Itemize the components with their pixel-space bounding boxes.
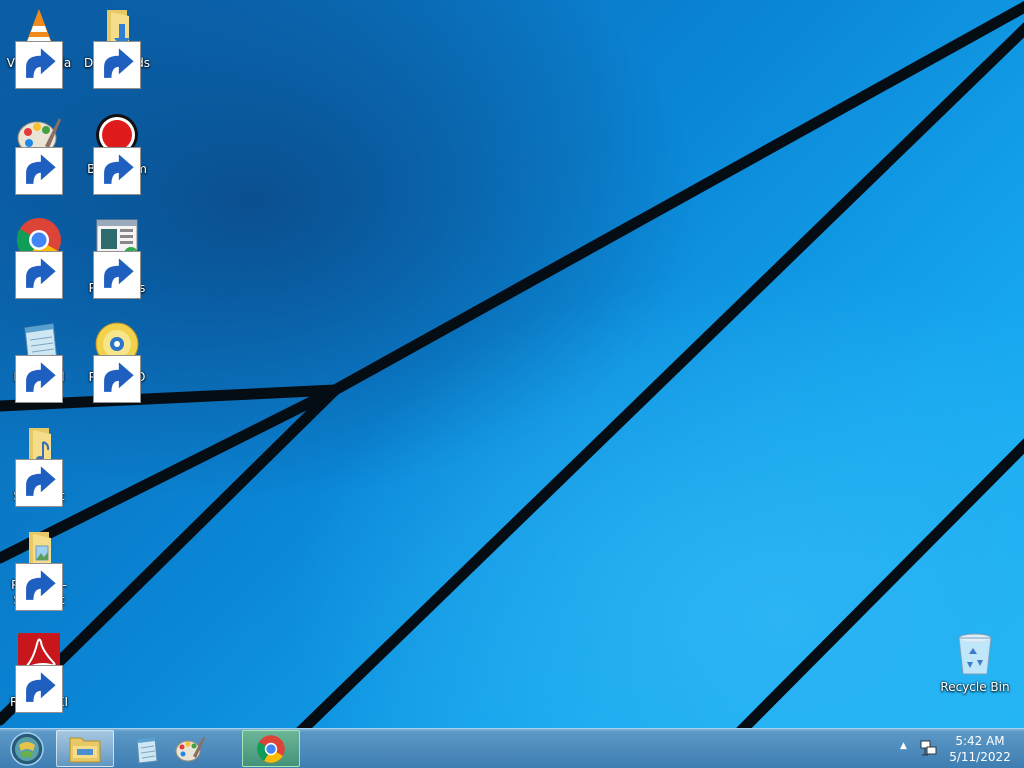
shortcut-arrow-icon	[93, 251, 141, 299]
paint-icon	[175, 736, 205, 761]
shortcut-arrow-icon	[15, 665, 63, 713]
desktop-icon-label: Recycle Bin	[940, 680, 1010, 694]
shortcut-arrow-icon	[15, 147, 63, 195]
desktop-icon-notepad[interactable]: Notepad	[0, 320, 78, 403]
default-programs-icon	[93, 216, 141, 299]
desktop-icon-downloads[interactable]: Downloads	[78, 6, 156, 89]
notepad-icon	[136, 735, 158, 764]
shortcut-arrow-icon	[15, 459, 63, 507]
shortcut-arrow-icon	[93, 355, 141, 403]
desktop-icon-adobe-reader[interactable]: Adobe Reader XI	[0, 630, 78, 713]
file-explorer-icon	[69, 737, 101, 762]
desktop-icon-poweriso[interactable]: PowerISO	[78, 320, 156, 403]
desktop-icon-recycle-bin[interactable]: Recycle Bin	[936, 630, 1014, 695]
music-folder-icon	[15, 424, 63, 507]
network-icon[interactable]	[920, 739, 938, 757]
desktop-icon-paint[interactable]: Paint	[0, 112, 78, 195]
shortcut-arrow-icon	[15, 355, 63, 403]
adobe-reader-icon	[15, 630, 63, 713]
bandicam-record-icon	[93, 112, 141, 195]
show-hidden-icons-button[interactable]: ▲	[900, 741, 907, 751]
clock-time: 5:42 AM	[955, 734, 1005, 748]
desktop[interactable]: VLC media player Downloads Pa	[0, 0, 1024, 728]
shortcut-arrow-icon	[15, 563, 63, 611]
shortcut-arrow-icon	[93, 147, 141, 195]
desktop-icon-default-programs[interactable]: Default Programs	[78, 216, 156, 299]
taskbar-paint[interactable]	[168, 730, 212, 767]
taskbar-clock[interactable]: 5:42 AM 5/11/2022	[944, 733, 1016, 765]
pictures-folder-icon	[15, 528, 63, 611]
desktop-icon-pictures-shortcut[interactable]: Pictures - Shortcut	[0, 528, 78, 611]
chrome-icon	[15, 216, 63, 299]
shortcut-arrow-icon	[93, 41, 141, 89]
start-button[interactable]	[2, 730, 52, 767]
downloads-folder-icon	[93, 6, 141, 89]
poweriso-disc-icon	[93, 320, 141, 403]
desktop-icon-vlc[interactable]: VLC media player	[0, 6, 78, 89]
chrome-icon	[257, 734, 285, 763]
notepad-icon	[15, 320, 63, 403]
taskbar-notepad[interactable]	[124, 730, 168, 767]
taskbar-google-chrome[interactable]	[242, 730, 300, 767]
vlc-cone-icon	[15, 6, 63, 89]
desktop-icon-bandicam[interactable]: Bandicam	[78, 112, 156, 195]
recycle-bin-icon	[951, 630, 999, 678]
shortcut-arrow-icon	[15, 41, 63, 89]
shortcut-arrow-icon	[15, 251, 63, 299]
clock-date: 5/11/2022	[949, 750, 1011, 764]
desktop-icon-google-chrome[interactable]: Google Chrome	[0, 216, 78, 299]
desktop-icon-music-shortcut[interactable]: Music - Shortcut	[0, 424, 78, 507]
taskbar: ▲ 5:42 AM 5/11/2022	[0, 728, 1024, 768]
paint-palette-icon	[15, 112, 63, 195]
taskbar-file-explorer[interactable]	[56, 730, 114, 767]
start-orb-icon	[10, 731, 44, 766]
